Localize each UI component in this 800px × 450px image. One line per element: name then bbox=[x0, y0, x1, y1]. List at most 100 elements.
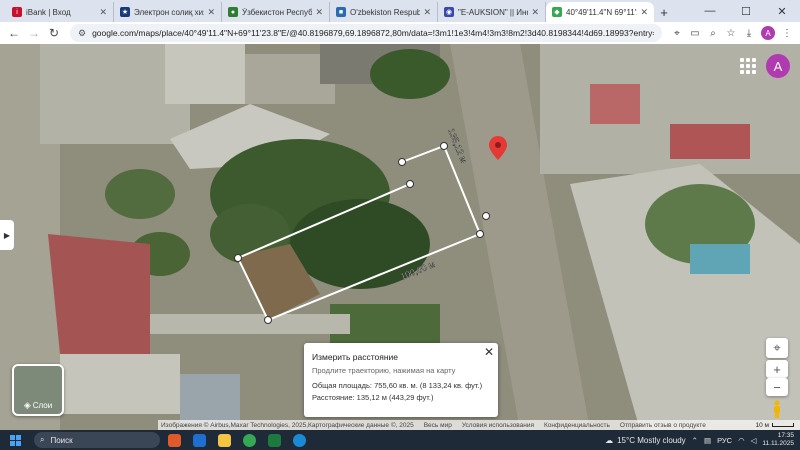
zoom-in-button[interactable]: + bbox=[766, 360, 788, 378]
layers-icon: ◈ bbox=[23, 400, 31, 410]
tab-tax-service[interactable]: ★ Электрон солиқ хизматлари ✕ bbox=[114, 2, 222, 22]
clock-date: 11.11.2025 bbox=[762, 440, 794, 447]
tax-favicon-icon: ★ bbox=[120, 7, 130, 17]
zoom-icon[interactable]: ⌕ bbox=[704, 23, 722, 43]
scale-label: 10 м bbox=[755, 421, 769, 429]
scale-bar[interactable]: 10 м bbox=[755, 422, 800, 429]
language-indicator[interactable]: РУС bbox=[717, 436, 732, 445]
measure-card-hint: Продлите траекторию, нажимая на карту bbox=[312, 366, 456, 375]
link-feedback[interactable]: Отправить отзыв о продукте bbox=[620, 422, 706, 429]
reload-icon[interactable]: ↻ bbox=[44, 23, 64, 43]
windows-start-icon[interactable] bbox=[6, 431, 24, 449]
measure-vertex[interactable] bbox=[264, 316, 272, 324]
taskbar-search[interactable]: ⌕ Поиск bbox=[34, 432, 160, 448]
edge-icon[interactable] bbox=[288, 431, 310, 449]
search-icon: ⌕ bbox=[40, 435, 45, 444]
network-icon[interactable]: ▤ bbox=[704, 436, 711, 445]
ibank-favicon-icon: i bbox=[12, 7, 22, 17]
close-tab-icon[interactable]: ✕ bbox=[531, 7, 539, 18]
imagery-credit: Изображения © Airbus,Maxar Technologies,… bbox=[161, 421, 414, 429]
tab-title: iBank | Вход bbox=[26, 7, 71, 17]
browser-profile-avatar[interactable]: A bbox=[761, 26, 775, 40]
system-tray: ☁ 15°C Mostly cloudy ⌃ ▤ РУС ◠ ◁ 17:35 11… bbox=[605, 430, 794, 450]
location-pin-marker[interactable] bbox=[489, 136, 507, 160]
window-controls: — ☐ ✕ bbox=[692, 0, 800, 22]
show-hidden-icons-icon[interactable]: ⌃ bbox=[692, 436, 698, 445]
browser-toolbar: ← → ↻ ⚙ google.com/maps/place/40°49'11.4… bbox=[0, 22, 800, 44]
tab-ozbekiston-respublikasi[interactable]: ■ O'zbekiston Respublikasi ✕ bbox=[330, 2, 438, 22]
measure-endpoint[interactable] bbox=[482, 212, 490, 220]
new-tab-button[interactable]: + bbox=[654, 2, 674, 22]
chrome-icon[interactable] bbox=[238, 431, 260, 449]
close-tab-icon[interactable]: ✕ bbox=[640, 7, 648, 18]
total-distance: Расстояние: 135,12 м (443,29 фут.) bbox=[312, 393, 434, 402]
taskbar-app-icon[interactable] bbox=[163, 431, 185, 449]
close-tab-icon[interactable]: ✕ bbox=[315, 7, 323, 18]
address-bar[interactable]: ⚙ google.com/maps/place/40°49'11.4"N+69°… bbox=[70, 24, 662, 42]
attribution-bar: Изображения © Airbus,Maxar Technologies,… bbox=[158, 420, 800, 430]
forward-icon[interactable]: → bbox=[24, 23, 44, 43]
tab-title: "E-AUKSION" || Информация bbox=[458, 7, 528, 17]
measure-vertex[interactable] bbox=[398, 158, 406, 166]
close-tab-icon[interactable]: ✕ bbox=[423, 7, 431, 18]
tab-title: 40°49'11.4"N 69°11'23.8"E bbox=[566, 7, 637, 17]
close-window-icon[interactable]: ✕ bbox=[764, 0, 800, 22]
tab-google-maps[interactable]: ◆ 40°49'11.4"N 69°11'23.8"E ✕ bbox=[546, 2, 654, 22]
page-favicon-icon: ■ bbox=[336, 7, 346, 17]
link-world[interactable]: Весь мир bbox=[424, 422, 452, 429]
maps-favicon-icon: ◆ bbox=[552, 7, 562, 17]
close-tab-icon[interactable]: ✕ bbox=[207, 7, 215, 18]
account-avatar[interactable]: A bbox=[766, 54, 790, 78]
tab-e-auksion[interactable]: ◉ "E-AUKSION" || Информация ✕ bbox=[438, 2, 546, 22]
maximize-icon[interactable]: ☐ bbox=[728, 0, 764, 22]
menu-kebab-icon[interactable]: ⋮ bbox=[778, 23, 796, 43]
location-pin-icon[interactable]: ⌖ bbox=[668, 23, 686, 43]
cast-icon[interactable]: ▭ bbox=[686, 23, 704, 43]
site-info-icon[interactable]: ⚙ bbox=[78, 28, 86, 39]
tab-uzbekistan-republic[interactable]: ● Ўзбекистон Республикаси ✕ bbox=[222, 2, 330, 22]
close-icon[interactable]: ✕ bbox=[484, 345, 494, 359]
emblem-favicon-icon: ● bbox=[228, 7, 238, 17]
zoom-out-button[interactable]: − bbox=[766, 378, 788, 396]
measure-card-title: Измерить расстояние bbox=[312, 352, 398, 362]
clock-time: 17:35 bbox=[777, 432, 794, 439]
weather-widget[interactable]: ☁ 15°C Mostly cloudy bbox=[605, 436, 686, 445]
url-text: google.com/maps/place/40°49'11.4"N+69°11… bbox=[92, 28, 654, 38]
layers-button[interactable]: ◈ Слои bbox=[12, 364, 64, 416]
my-location-button[interactable]: ⌖ bbox=[766, 338, 788, 358]
search-placeholder: Поиск bbox=[50, 435, 73, 445]
measure-distance-card: ✕ Измерить расстояние Продлите траектори… bbox=[304, 343, 498, 417]
tab-strip: i iBank | Вход ✕ ★ Электрон солиқ хизмат… bbox=[0, 0, 800, 22]
back-icon[interactable]: ← bbox=[4, 23, 24, 43]
pegman-icon[interactable] bbox=[768, 399, 786, 419]
minimize-icon[interactable]: — bbox=[692, 0, 728, 22]
map-canvas[interactable]: 135,12 м 100,00 м A ▶ ◈ Слои ⌖ + − ✕ Изме… bbox=[0, 44, 800, 430]
measure-vertex[interactable] bbox=[476, 230, 484, 238]
close-tab-icon[interactable]: ✕ bbox=[99, 7, 107, 18]
windows-taskbar: ⌕ Поиск ☁ 15°C Mostly cloudy ⌃ ▤ РУС ◠ ◁ … bbox=[0, 430, 800, 450]
layers-label-wrap: ◈ Слои bbox=[14, 400, 62, 411]
google-apps-icon[interactable] bbox=[740, 58, 756, 74]
taskbar-app-icon[interactable] bbox=[188, 431, 210, 449]
cloud-icon: ☁ bbox=[605, 435, 614, 445]
crosshair-icon: ⌖ bbox=[773, 340, 781, 355]
excel-icon[interactable] bbox=[263, 431, 285, 449]
clock[interactable]: 17:35 11.11.2025 bbox=[762, 432, 794, 448]
total-area: Общая площадь: 755,60 кв. м. (8 133,24 к… bbox=[312, 381, 483, 390]
measure-vertex[interactable] bbox=[440, 142, 448, 150]
link-terms[interactable]: Условия использования bbox=[462, 422, 534, 429]
tab-ibank[interactable]: i iBank | Вход ✕ bbox=[6, 2, 114, 22]
volume-icon[interactable]: ◁ bbox=[751, 436, 757, 445]
file-explorer-icon[interactable] bbox=[213, 431, 235, 449]
measure-vertex[interactable] bbox=[234, 254, 242, 262]
auksion-favicon-icon: ◉ bbox=[444, 7, 454, 17]
tab-title: Электрон солиқ хизматлари bbox=[134, 7, 204, 17]
measure-vertex[interactable] bbox=[406, 180, 414, 188]
bookmark-star-icon[interactable]: ☆ bbox=[722, 23, 740, 43]
download-icon[interactable]: ⤓ bbox=[740, 23, 758, 43]
expand-side-panel-icon[interactable]: ▶ bbox=[0, 220, 14, 250]
wifi-icon[interactable]: ◠ bbox=[738, 436, 745, 445]
layers-label: Слои bbox=[32, 401, 53, 410]
link-privacy[interactable]: Конфиденциальность bbox=[544, 422, 610, 429]
measure-label-long: 100,00 м bbox=[399, 259, 436, 282]
